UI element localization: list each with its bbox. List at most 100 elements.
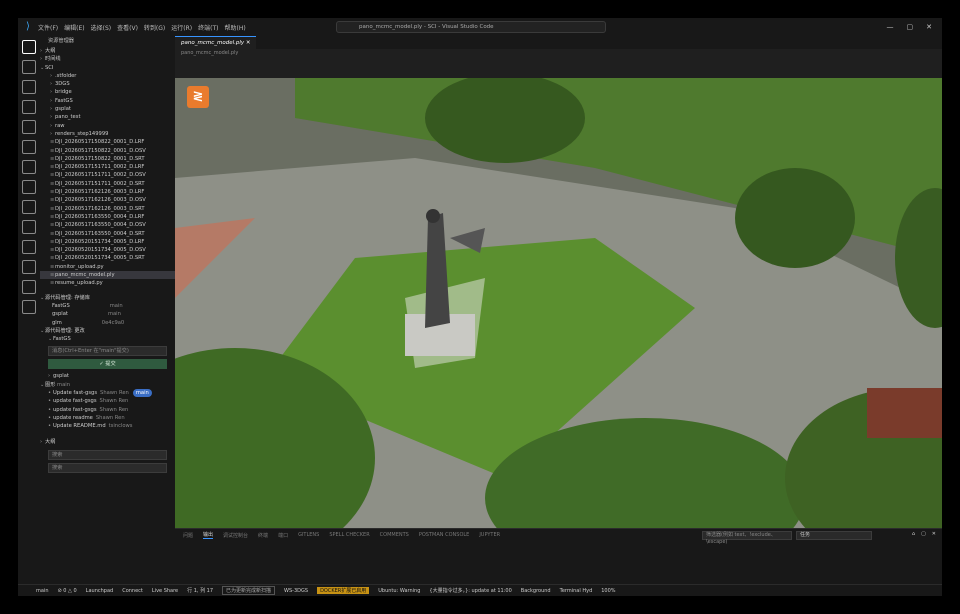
file-item[interactable]: ≡DJI_20260517150822_0001_D.OSV [40,147,175,155]
status-item[interactable]: ⊘ 0 △ 0 [58,588,77,594]
maximize-panel-icon[interactable]: ▢ [921,531,926,537]
remote-explorer-icon[interactable] [22,140,36,154]
outline-section[interactable]: › 大纲 [40,438,175,446]
repo-gsplat-changes[interactable]: › gsplat [40,372,175,380]
file-item[interactable]: ≡DJI_20260517150822_0001_D.SRT [40,155,175,163]
live-share-icon[interactable] [22,280,36,294]
status-item[interactable]: DOCKER扩展已启用 [317,587,370,594]
commit-row[interactable]: • update fast-gsgs Shawn Ren [40,406,175,414]
panel-tab[interactable]: GITLENS [298,532,319,538]
panel-tab[interactable]: POSTMAN CONSOLE [419,532,469,538]
lock-icon[interactable]: ⌂ [912,531,915,537]
commit-row[interactable]: • Update README.md tsinclows [40,422,175,430]
menu-5[interactable]: 运行(R) [171,23,192,32]
search-icon[interactable] [22,60,36,74]
section-timeline[interactable]: › 时间线 [40,55,175,63]
python-icon[interactable] [22,260,36,274]
status-item[interactable]: Connect [122,588,143,594]
repo-item[interactable]: glm 0e4c9a0 [40,319,175,327]
commit-row[interactable]: • update readme Shawn Ren [40,414,175,422]
panel-tab[interactable]: 端口 [278,532,288,539]
source-control-icon[interactable] [22,80,36,94]
file-item[interactable]: › gsplat [40,105,175,113]
output-channel-select[interactable]: 任务 [796,531,872,540]
output-filter-input[interactable]: 筛选器(例如 text、!exclude、\escape) [702,531,792,545]
run-debug-icon[interactable] [22,100,36,114]
menu-7[interactable]: 帮助(H) [224,23,245,32]
status-item[interactable]: Background [521,588,551,594]
panel-tab[interactable]: 调试控制台 [223,532,248,539]
jupyter-icon[interactable] [22,240,36,254]
status-item[interactable]: {大量指令过多，}: update at 11:00 [429,587,511,594]
menu-2[interactable]: 选择(S) [91,23,112,32]
section-outline[interactable]: › 大纲 [40,47,175,55]
file-item[interactable]: › pano_test [40,113,175,121]
maximize-button[interactable]: ▢ [907,23,914,31]
file-item[interactable]: ≡DJI_20260517163550_0004_D.LRF [40,213,175,221]
root-folder[interactable]: ⌄SCI [40,64,175,72]
panel-tab[interactable]: COMMENTS [380,532,409,538]
file-item[interactable]: ≡pano_mcmc_model.ply [40,271,175,280]
commit-message-input[interactable]: 消息(Ctrl+Enter 在"main"提交) [48,346,167,357]
gitlens-icon[interactable] [22,200,36,214]
tab-pano-model[interactable]: pano_mcmc_model.ply ✕ [175,36,257,49]
copilot-icon[interactable] [22,300,36,314]
file-item[interactable]: ≡DJI_20260517151711_0002_D.SRT [40,180,175,188]
changes-header[interactable]: ⌄源代码管理: 更改 [40,327,175,335]
file-item[interactable]: › raw [40,122,175,130]
file-item[interactable]: ≡DJI_20260517162126_0003_D.SRT [40,205,175,213]
close-tab-icon[interactable]: ✕ [246,40,251,46]
panel-tab[interactable]: 问题 [183,532,193,539]
menu-0[interactable]: 文件(F) [38,23,58,32]
file-item[interactable]: ≡DJI_20260517163550_0004_D.OSV [40,221,175,229]
search-field-1[interactable]: 搜索 [48,449,167,460]
menu-6[interactable]: 终端(T) [198,23,218,32]
testing-icon[interactable] [22,160,36,174]
file-item[interactable]: ≡DJI_20260517163550_0004_D.SRT [40,230,175,238]
menu-1[interactable]: 编辑(E) [64,23,84,32]
explorer-icon[interactable] [22,40,36,54]
panel-tab[interactable]: SPELL CHECKER [329,532,369,538]
file-item[interactable]: › .stfolder [40,72,175,80]
repo-item[interactable]: gsplat main [40,310,175,318]
file-item[interactable]: ≡DJI_20260517151711_0002_D.LRF [40,163,175,171]
panel-tab[interactable]: JUPYTER [479,532,500,538]
file-item[interactable]: › bridge [40,88,175,96]
file-item[interactable]: › 3DGS [40,80,175,88]
file-item[interactable]: ≡DJI_20260520151734_0005_D.OSV [40,246,175,254]
3d-splat-viewer[interactable]: ≷ [175,78,942,546]
file-item[interactable]: ≡resume_upload.py [40,279,175,287]
status-item[interactable]: Launchpad [86,588,114,594]
repo-fastgs-changes[interactable]: ⌄FastGS [40,335,175,343]
file-item[interactable]: ≡monitor_upload.py [40,263,175,271]
status-item[interactable]: Terminal Hyd [560,588,593,594]
commit-button[interactable]: ✓ 提交 [48,359,167,370]
minimize-button[interactable]: — [887,23,894,31]
close-window-button[interactable]: ✕ [926,23,932,31]
repo-item[interactable]: FastGS main [40,302,175,310]
commit-row[interactable]: • update fast-gsgs Shawn Ren [40,397,175,405]
close-panel-icon[interactable]: ✕ [932,531,936,537]
command-center[interactable]: pano_mcmc_model.ply - SCI - Visual Studi… [336,21,606,33]
panel-tab[interactable]: 输出 [203,531,214,539]
docker-icon[interactable] [22,180,36,194]
file-item[interactable]: ≡DJI_20260517162126_0003_D.OSV [40,196,175,204]
search-field-2[interactable]: 搜索 [48,462,167,473]
status-item[interactable]: main [36,588,49,594]
status-item[interactable]: Live Share [152,588,178,594]
repo-branch[interactable]: 0e4c9a0 [102,320,124,326]
panel-tab[interactable]: 终端 [258,532,268,539]
repo-branch[interactable]: main [108,311,121,317]
menu-3[interactable]: 查看(V) [117,23,138,32]
status-item[interactable]: 100% [601,588,615,594]
repo-branch[interactable]: main [110,303,123,309]
graph-header[interactable]: ⌄图形 main [40,381,175,389]
file-item[interactable]: ≡DJI_20260520151734_0005_D.SRT [40,254,175,262]
file-item[interactable]: ≡DJI_20260517162126_0003_D.LRF [40,188,175,196]
status-item[interactable]: Ubuntu: Warning [378,588,420,594]
file-item[interactable]: ≡DJI_20260517150822_0001_D.LRF [40,138,175,146]
status-item[interactable]: 行 1, 列 17 [187,587,213,594]
status-item[interactable]: 已为更新完成新扫描 [222,586,276,595]
repos-header[interactable]: ⌄源代码管理: 存储库 [40,294,175,302]
file-item[interactable]: ≡DJI_20260517151711_0002_D.OSV [40,171,175,179]
